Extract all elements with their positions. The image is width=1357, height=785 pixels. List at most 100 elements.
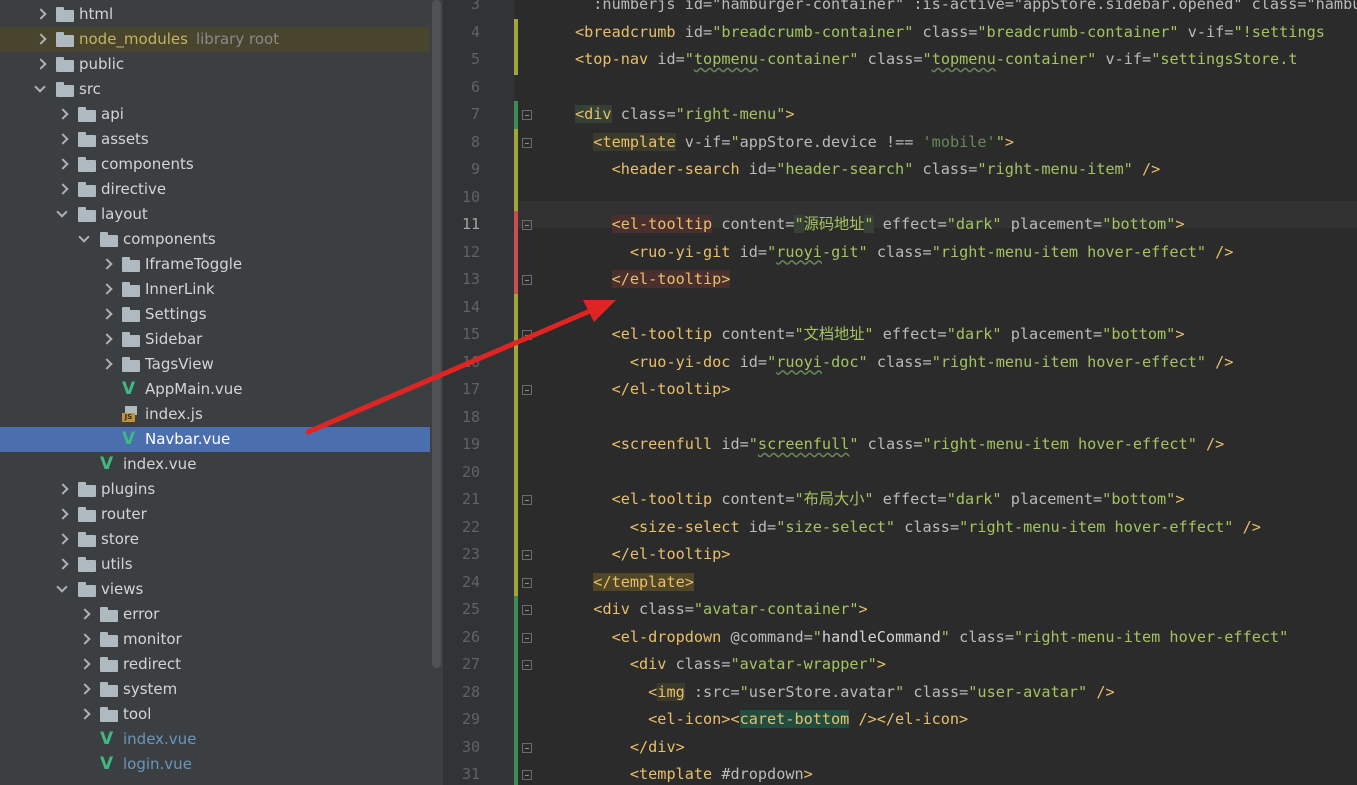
chevron-right-icon[interactable] xyxy=(79,682,91,696)
chevron-right-icon[interactable] xyxy=(57,482,69,496)
fold-toggle-icon[interactable] xyxy=(522,660,532,670)
tree-item[interactable]: assets xyxy=(0,127,430,152)
chevron-right-icon[interactable] xyxy=(101,257,113,271)
chevron-right-icon[interactable] xyxy=(101,357,113,371)
chevron-right-icon[interactable] xyxy=(79,707,91,721)
code-line[interactable]: <ruo-yi-git id="ruoyi-git" class="right-… xyxy=(575,239,1234,266)
fold-toggle-icon[interactable] xyxy=(522,742,532,753)
tree-item[interactable]: Settings xyxy=(0,302,430,327)
vcs-change-marker[interactable] xyxy=(514,678,518,707)
fold-toggle-icon[interactable] xyxy=(522,220,532,230)
code-line[interactable]: <screenfull id="screenfull" class="right… xyxy=(575,431,1225,458)
vcs-change-marker[interactable] xyxy=(514,293,518,322)
fold-toggle-icon[interactable] xyxy=(522,275,532,285)
vcs-change-marker[interactable] xyxy=(514,651,518,680)
vcs-change-marker[interactable] xyxy=(514,101,518,130)
tree-item[interactable]: InnerLink xyxy=(0,277,430,302)
chevron-right-icon[interactable] xyxy=(57,157,69,171)
chevron-right-icon[interactable] xyxy=(57,507,69,521)
code-line[interactable]: </el-tooltip> xyxy=(575,376,731,403)
vcs-change-marker[interactable] xyxy=(514,513,518,542)
chevron-down-icon[interactable] xyxy=(79,232,91,246)
tree-item[interactable]: IframeToggle xyxy=(0,252,430,277)
tree-item[interactable]: V Navbar.vue xyxy=(0,427,430,452)
tree-item[interactable]: V AppMain.vue xyxy=(0,377,430,402)
tree-item[interactable]: views xyxy=(0,577,430,602)
code-line[interactable]: <el-tooltip content="文档地址" effect="dark"… xyxy=(575,321,1185,348)
chevron-right-icon[interactable] xyxy=(57,132,69,146)
tree-item[interactable]: utils xyxy=(0,552,430,577)
fold-toggle-icon[interactable] xyxy=(522,632,532,643)
tree-item[interactable]: api xyxy=(0,102,430,127)
vcs-change-marker[interactable] xyxy=(514,238,518,267)
vcs-change-marker[interactable] xyxy=(514,706,518,735)
chevron-right-icon[interactable] xyxy=(57,557,69,571)
fold-toggle-icon[interactable] xyxy=(522,577,532,588)
chevron-right-icon[interactable] xyxy=(35,7,47,21)
chevron-right-icon[interactable] xyxy=(79,607,91,621)
tree-item[interactable]: html xyxy=(0,2,430,27)
code-line[interactable]: <div class="avatar-wrapper"> xyxy=(575,651,886,678)
code-line[interactable]: </div> xyxy=(575,734,685,761)
chevron-right-icon[interactable] xyxy=(57,532,69,546)
tree-item[interactable]: TagsView xyxy=(0,352,430,377)
code-line[interactable]: <template v-if="appStore.device !== 'mob… xyxy=(575,129,1014,156)
chevron-right-icon[interactable] xyxy=(101,332,113,346)
tree-item[interactable]: store xyxy=(0,527,430,552)
chevron-down-icon[interactable] xyxy=(57,582,69,596)
fold-toggle-icon[interactable] xyxy=(522,770,532,780)
code-line[interactable]: <el-tooltip content="布局大小" effect="dark"… xyxy=(575,486,1185,513)
chevron-right-icon[interactable] xyxy=(57,107,69,121)
vcs-change-marker[interactable] xyxy=(514,46,518,75)
tree-item[interactable]: redirect xyxy=(0,652,430,677)
code-line[interactable]: </template> xyxy=(575,569,694,596)
vcs-change-marker[interactable] xyxy=(514,623,518,652)
fold-toggle-icon[interactable] xyxy=(522,385,532,395)
fold-toggle-icon[interactable] xyxy=(522,137,532,148)
vcs-change-marker[interactable] xyxy=(514,376,518,405)
code-line[interactable]: <el-tooltip content="源码地址" effect="dark"… xyxy=(575,211,1185,238)
vcs-change-marker[interactable] xyxy=(514,486,518,515)
tree-item[interactable]: system xyxy=(0,677,430,702)
chevron-right-icon[interactable] xyxy=(79,632,91,646)
vcs-change-marker[interactable] xyxy=(514,541,518,570)
vcs-change-marker[interactable] xyxy=(514,211,518,240)
code-line[interactable]: <size-select id="size-select" class="rig… xyxy=(575,514,1261,541)
vcs-change-marker[interactable] xyxy=(514,568,518,597)
chevron-right-icon[interactable] xyxy=(79,657,91,671)
tree-item[interactable]: layout xyxy=(0,202,430,227)
vcs-change-marker[interactable] xyxy=(514,596,518,625)
tree-item[interactable]: plugins xyxy=(0,477,430,502)
code-line[interactable]: <breadcrumb id="breadcrumb-container" cl… xyxy=(575,19,1325,46)
code-line[interactable]: <template #dropdown> xyxy=(575,761,813,785)
vcs-change-marker[interactable] xyxy=(514,431,518,460)
chevron-right-icon[interactable] xyxy=(57,182,69,196)
vcs-change-marker[interactable] xyxy=(514,156,518,185)
code-line[interactable]: <img :src="userStore.avatar" class="user… xyxy=(575,679,1115,706)
tree-item[interactable]: components xyxy=(0,227,430,252)
code-line[interactable]: <div class="right-menu"> xyxy=(575,101,795,128)
vcs-change-marker[interactable] xyxy=(514,458,518,487)
tree-item[interactable]: src xyxy=(0,77,430,102)
vcs-change-marker[interactable] xyxy=(514,266,518,295)
code-line[interactable]: <top-nav id="topmenu-container" class="t… xyxy=(575,46,1298,73)
code-line[interactable]: <ruo-yi-doc id="ruoyi-doc" class="right-… xyxy=(575,349,1234,376)
code-line[interactable]: <el-dropdown @command="handleCommand" cl… xyxy=(575,624,1289,651)
fold-toggle-icon[interactable] xyxy=(522,550,532,560)
vcs-change-marker[interactable] xyxy=(514,348,518,377)
code-line[interactable]: <div class="avatar-container"> xyxy=(575,596,867,623)
code-line[interactable]: <header-search id="header-search" class=… xyxy=(575,156,1161,183)
code-line[interactable]: :numberjs id="hamburger-container" :is-a… xyxy=(575,0,1357,18)
tree-item[interactable]: Vlogin.vue xyxy=(0,752,430,777)
tree-item[interactable]: node_modules library root xyxy=(0,27,430,52)
vcs-change-marker[interactable] xyxy=(514,403,518,432)
tree-item[interactable]: monitor xyxy=(0,627,430,652)
tree-item[interactable]: Vindex.vue xyxy=(0,452,430,477)
tree-item[interactable]: Sidebar xyxy=(0,327,430,352)
tree-item[interactable]: Vindex.vue xyxy=(0,727,430,752)
fold-toggle-icon[interactable] xyxy=(522,330,532,340)
project-tree[interactable]: html node_modules library root public src api… xyxy=(0,0,430,785)
code-line[interactable]: </el-tooltip> xyxy=(575,266,731,293)
tree-item[interactable]: error xyxy=(0,602,430,627)
chevron-down-icon[interactable] xyxy=(57,207,69,221)
